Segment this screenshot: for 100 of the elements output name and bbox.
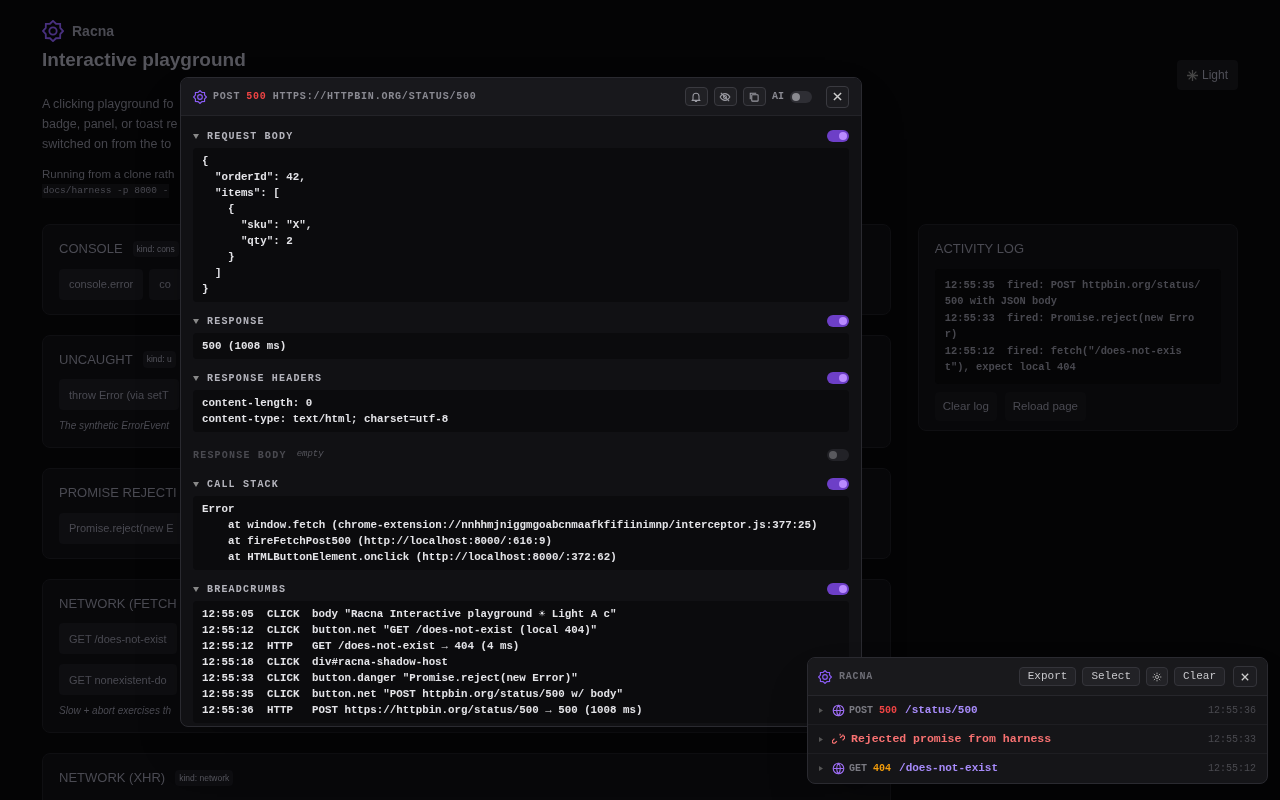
code-line: "orderId": 42, bbox=[213, 170, 307, 185]
code-line: } bbox=[226, 250, 236, 265]
code-line: at fireFetchPost500 (http://localhost:8000/:616:9) bbox=[226, 534, 553, 549]
section-title: REQUEST BODY bbox=[207, 129, 294, 144]
code-line: at window.fetch (chrome-extension://nnhhmjniggmgoabcnmaafkfifiinimnp/interceptor.js:377:25) bbox=[226, 518, 819, 533]
brand-name: Racna bbox=[72, 21, 115, 41]
crumb-time: 12:55:35 bbox=[202, 687, 255, 702]
status-code: 500 bbox=[246, 90, 267, 104]
close-button[interactable] bbox=[826, 85, 849, 108]
section-header[interactable]: BREADCRUMBS bbox=[193, 579, 849, 599]
crumb-type: HTTP bbox=[267, 639, 294, 654]
code-line: "sku": "X", bbox=[239, 218, 314, 233]
crumb-type: CLICK bbox=[267, 655, 301, 670]
status-code: 404 bbox=[873, 762, 892, 776]
crumb-type: HTTP bbox=[267, 703, 294, 718]
kind-badge: kind: network bbox=[175, 769, 234, 787]
code-line: "qty": 2 bbox=[239, 234, 294, 249]
caret-icon bbox=[193, 133, 199, 139]
globe-icon bbox=[832, 762, 845, 775]
code-line: Error bbox=[202, 502, 236, 517]
card-title: NETWORK (FETCH bbox=[59, 594, 177, 613]
close-button[interactable] bbox=[1233, 666, 1257, 687]
code-line: { bbox=[226, 202, 236, 217]
crumb-text: div#racna-shadow-host bbox=[312, 655, 449, 670]
caret-icon bbox=[193, 318, 199, 324]
intro-text: A clicking playground fo bbox=[42, 96, 174, 113]
card-title: CONSOLE bbox=[59, 240, 123, 259]
eye-off-button[interactable] bbox=[714, 87, 737, 106]
settings-button[interactable] bbox=[1146, 667, 1168, 686]
panel-title: RACNA bbox=[839, 670, 873, 684]
logo-icon bbox=[193, 89, 207, 104]
bell-icon bbox=[690, 90, 703, 103]
code-line: 500 (1008 ms) bbox=[202, 339, 288, 354]
panel-button[interactable]: Export bbox=[1018, 667, 1077, 686]
section-title: CALL STACK bbox=[207, 477, 279, 492]
status-code: 500 bbox=[879, 703, 898, 718]
toggle-switch[interactable] bbox=[827, 583, 849, 595]
toggle-switch[interactable] bbox=[827, 372, 849, 384]
logo-icon bbox=[818, 669, 832, 684]
bell-button[interactable] bbox=[685, 87, 708, 106]
caret-icon bbox=[819, 707, 823, 713]
close-icon bbox=[1241, 672, 1249, 681]
crumb-text: GET /does-not-exist → 404 (4 ms) bbox=[312, 639, 520, 654]
crumb-text: POST https://httpbin.org/status/500 → 500 (1008 ms) bbox=[312, 703, 643, 718]
crumb-time: 12:55:05 bbox=[202, 607, 255, 622]
log-entry: 12:55:12 fired: fetch("/does-not-exist"), expect local 404 bbox=[944, 343, 1183, 376]
toggle-switch[interactable] bbox=[827, 315, 849, 327]
broken-link-icon bbox=[832, 732, 845, 746]
intro-text: switched on from the to bbox=[42, 136, 172, 153]
caret-icon bbox=[193, 375, 199, 381]
caret-icon bbox=[193, 586, 199, 592]
section-header[interactable]: RESPONSE HEADERS bbox=[193, 368, 849, 388]
logo-icon bbox=[42, 20, 64, 42]
panel-button[interactable]: Select bbox=[1082, 667, 1140, 686]
toggle-switch[interactable] bbox=[790, 90, 812, 103]
request-method: GET bbox=[849, 762, 867, 776]
crumb-text: button.net "POST httpbin.org/status/500 w/ body" bbox=[312, 687, 623, 702]
crumb-type: CLICK bbox=[267, 607, 301, 622]
clear-button[interactable]: Clear bbox=[1174, 667, 1225, 686]
request-path: /status/500 bbox=[905, 702, 978, 718]
crumb-time: 12:55:12 bbox=[202, 623, 255, 638]
kind-badge: kind: cons bbox=[132, 240, 179, 258]
code-line: } bbox=[202, 282, 210, 297]
code-line: at HTMLButtonElement.onclick (http://localhost:8000/:372:62) bbox=[226, 550, 618, 565]
crumb-time: 12:55:33 bbox=[202, 671, 255, 686]
intro-text: badge, panel, or toast re bbox=[42, 116, 178, 133]
card-title: ACTIVITY LOG bbox=[934, 240, 1026, 259]
sun-icon bbox=[1186, 69, 1198, 81]
eye-off-icon bbox=[719, 90, 732, 103]
code-line: { bbox=[202, 154, 210, 169]
request-url: HTTPS://HTTPBIN.ORG/STATUS/500 bbox=[272, 90, 477, 104]
code-line: "items": [ bbox=[213, 186, 281, 201]
crumb-type: CLICK bbox=[267, 623, 301, 638]
code-line: ] bbox=[213, 266, 223, 281]
code-line: content-type: text/html; charset=utf-8 bbox=[202, 412, 450, 427]
kind-badge: kind: u bbox=[142, 351, 176, 368]
section-header[interactable]: CALL STACK bbox=[193, 474, 849, 494]
log-entry: 12:55:35 fired: POST httpbin.org/status/500 with JSON body bbox=[944, 277, 1202, 310]
section-title: RESPONSE bbox=[207, 314, 265, 329]
globe-icon bbox=[832, 703, 845, 717]
card-title: PROMISE REJECTI bbox=[59, 484, 177, 503]
caret-icon bbox=[193, 481, 199, 487]
card-title: NETWORK (XHR) bbox=[59, 769, 166, 788]
ai-label: AI bbox=[772, 90, 784, 104]
crumb-text: button.net "GET /does-not-exist (local 404)" bbox=[312, 623, 598, 638]
copy-button[interactable] bbox=[743, 87, 766, 106]
toggle-switch[interactable] bbox=[827, 478, 849, 490]
section-header[interactable]: RESPONSE bbox=[193, 311, 849, 331]
crumb-time: 12:55:12 bbox=[202, 639, 255, 654]
card-title: UNCAUGHT bbox=[59, 350, 133, 369]
close-icon bbox=[833, 92, 842, 101]
toggle-switch[interactable] bbox=[827, 449, 849, 461]
section-title: RESPONSE BODY bbox=[193, 448, 287, 463]
section-header[interactable]: REQUEST BODY bbox=[193, 126, 849, 146]
copy-icon bbox=[748, 90, 761, 103]
event-message: Rejected promise from harness bbox=[851, 731, 1052, 748]
toggle-switch[interactable] bbox=[827, 130, 849, 142]
card-note: The synthetic ErrorEvent bbox=[59, 419, 170, 434]
intro-text: Running from a clone rath bbox=[42, 167, 175, 182]
settings-icon bbox=[1152, 671, 1162, 682]
